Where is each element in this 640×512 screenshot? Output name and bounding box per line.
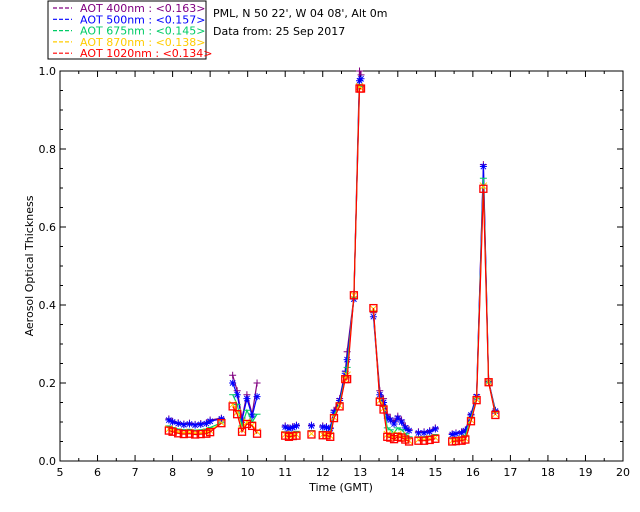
data-point <box>357 75 365 83</box>
x-tick-label: 7 <box>132 466 139 479</box>
x-axis-title: Time (GMT) <box>308 481 373 494</box>
y-tick-label: 0.0 <box>39 455 57 468</box>
site-location-text: PML, N 50 22', W 04 08', Alt 0m <box>213 7 387 20</box>
data-point <box>197 420 205 428</box>
x-tick-label: 15 <box>428 466 442 479</box>
x-tick-label: 14 <box>391 466 405 479</box>
data-point <box>174 420 182 428</box>
x-tick-label: 5 <box>57 466 64 479</box>
x-tick-label: 13 <box>353 466 367 479</box>
x-tick-label: 9 <box>207 466 214 479</box>
data-point <box>479 163 487 171</box>
data-point <box>292 422 300 430</box>
x-tick-label: 12 <box>316 466 330 479</box>
legend-label: AOT 1020nm : <0.134> <box>80 47 213 60</box>
data-point <box>307 422 315 430</box>
x-tick-label: 17 <box>503 466 517 479</box>
data-point <box>191 421 199 429</box>
data-point <box>185 420 193 428</box>
data-point <box>390 420 398 428</box>
data-point <box>206 417 214 425</box>
x-tick-label: 16 <box>466 466 480 479</box>
data-point <box>398 418 406 426</box>
data-point <box>217 415 225 423</box>
y-tick-label: 0.2 <box>39 377 57 390</box>
x-tick-label: 6 <box>94 466 101 479</box>
y-tick-label: 1.0 <box>39 65 57 78</box>
y-tick-label: 0.4 <box>39 299 57 312</box>
data-point <box>243 395 251 403</box>
data-point <box>405 427 413 435</box>
x-tick-label: 10 <box>241 466 255 479</box>
data-point <box>253 393 261 401</box>
x-tick-label: 8 <box>169 466 176 479</box>
data-point <box>180 421 188 429</box>
x-tick-label: 20 <box>616 466 630 479</box>
x-tick-label: 11 <box>278 466 292 479</box>
aot-line-chart: AOT 400nm : <0.163>AOT 500nm : <0.157>AO… <box>0 0 640 512</box>
chart-background <box>0 0 640 512</box>
data-point <box>229 379 237 387</box>
data-date-text: Data from: 25 Sep 2017 <box>213 25 345 38</box>
legend: AOT 400nm : <0.163>AOT 500nm : <0.157>AO… <box>47 0 213 60</box>
y-axis-title: Aerosol Optical Thickness <box>23 195 36 336</box>
x-tick-label: 19 <box>578 466 592 479</box>
x-tick-label: 18 <box>541 466 555 479</box>
data-point <box>431 425 439 433</box>
y-tick-label: 0.6 <box>39 221 57 234</box>
y-tick-label: 0.8 <box>39 143 57 156</box>
data-point <box>169 418 177 426</box>
